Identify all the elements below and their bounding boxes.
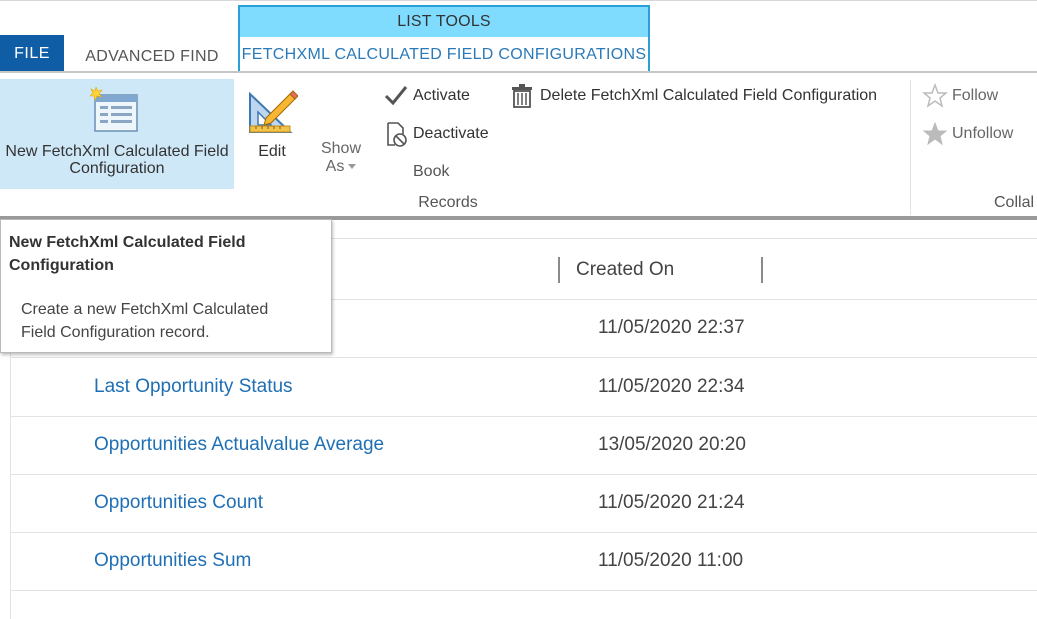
created-on-cell: 11/05/2020 21:24 <box>598 492 745 513</box>
created-on-cell: 11/05/2020 22:34 <box>598 376 745 397</box>
table-row[interactable]: Opportunities Actualvalue Average 13/05/… <box>10 417 1037 475</box>
tab-advanced-find[interactable]: ADVANCED FIND <box>72 35 232 72</box>
ribbon-group-separator <box>910 80 911 215</box>
unfollow-label: Unfollow <box>952 125 1014 142</box>
tab-file[interactable]: FILE <box>0 35 64 72</box>
deactivate-icon <box>387 122 407 147</box>
collaborate-group-label: Collal <box>994 194 1035 211</box>
created-on-cell: 13/05/2020 20:20 <box>598 434 746 455</box>
follow-label: Follow <box>952 87 999 104</box>
created-on-cell: 11/05/2020 11:00 <box>598 550 744 571</box>
contextual-tab-group: LIST TOOLS FETCHXML CALCULATED FIELD CON… <box>238 5 650 72</box>
window-top-edge <box>0 0 1037 4</box>
record-name-link[interactable]: Opportunities Count <box>94 492 263 514</box>
record-name-link[interactable]: Opportunities Sum <box>94 550 251 572</box>
star-filled-icon <box>922 121 948 146</box>
delete-button[interactable]: Delete FetchXml Calculated Field Configu… <box>510 83 905 109</box>
tooltip: New FetchXml Calculated Field Configurat… <box>0 219 332 353</box>
record-name-link[interactable]: Opportunities Actualvalue Average <box>94 434 384 456</box>
tooltip-title: New FetchXml Calculated Field Configurat… <box>9 234 246 274</box>
table-row[interactable]: Opportunities Count 11/05/2020 21:24 <box>10 475 1037 533</box>
contextual-group-label: LIST TOOLS <box>240 7 648 37</box>
table-row[interactable]: Last Opportunity Status 11/05/2020 22:34 <box>10 359 1037 417</box>
show-as-label-line2: As <box>325 158 345 175</box>
tab-fetchxml-configurations[interactable]: FETCHXML CALCULATED FIELD CONFIGURATIONS <box>240 37 648 74</box>
chevron-down-icon <box>348 164 357 170</box>
column-resize-handle[interactable] <box>558 257 560 283</box>
show-as-label-line1: Show <box>320 140 362 157</box>
column-header-created-on[interactable]: Created On <box>576 259 674 281</box>
new-record-icon <box>90 87 138 132</box>
book-label: Book <box>413 163 450 180</box>
delete-label: Delete FetchXml Calculated Field Configu… <box>540 87 878 104</box>
edit-icon <box>249 90 298 133</box>
edit-button-label: Edit <box>258 143 286 160</box>
new-button-label: New FetchXml Calculated Field Configurat… <box>5 143 229 177</box>
tooltip-description: Create a new FetchXml Calculated Field C… <box>21 301 269 341</box>
book-button[interactable]: Book <box>383 159 463 185</box>
edit-button[interactable]: Edit <box>244 86 300 166</box>
follow-button[interactable]: Follow <box>922 83 1032 109</box>
column-resize-handle[interactable] <box>761 257 763 283</box>
deactivate-button[interactable]: Deactivate <box>383 121 503 147</box>
created-on-cell: 11/05/2020 22:37 <box>598 317 745 338</box>
checkmark-icon <box>384 86 408 106</box>
record-name-link[interactable]: Last Opportunity Status <box>94 376 293 398</box>
deactivate-label: Deactivate <box>413 125 489 142</box>
records-group-label: Records <box>418 194 478 211</box>
new-configuration-button[interactable]: New FetchXml Calculated Field Configurat… <box>0 79 234 189</box>
activate-button[interactable]: Activate <box>383 83 493 109</box>
activate-label: Activate <box>413 87 470 104</box>
star-outline-icon <box>922 83 948 108</box>
show-as-button[interactable]: Show As <box>312 140 370 184</box>
table-row[interactable]: Opportunities Sum 11/05/2020 11:00 <box>10 533 1037 591</box>
unfollow-button[interactable]: Unfollow <box>922 121 1032 147</box>
trash-icon <box>512 84 532 108</box>
